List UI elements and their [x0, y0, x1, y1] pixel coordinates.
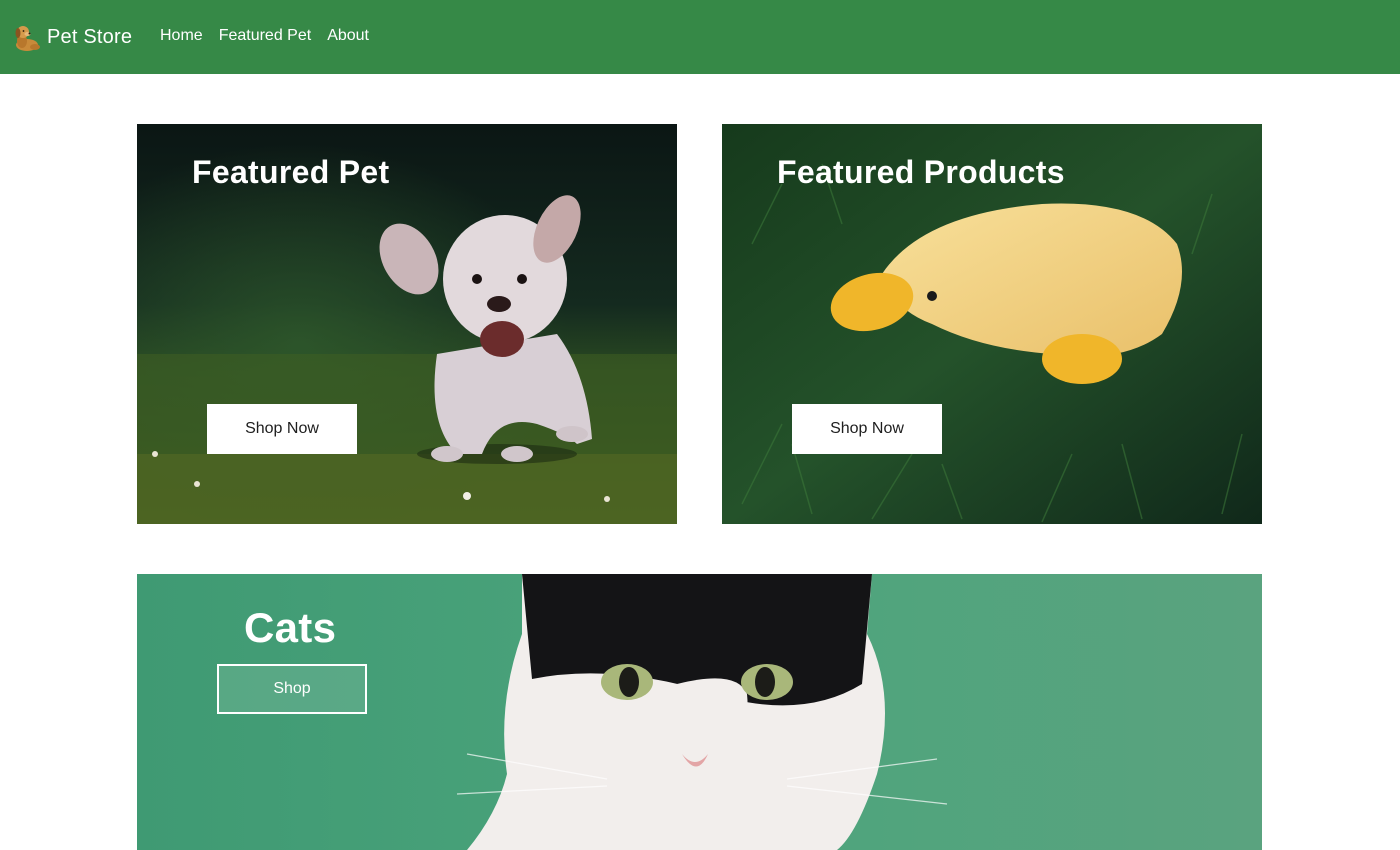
featured-products-card: Featured Products Shop Now: [722, 124, 1262, 524]
featured-pet-shop-now-button[interactable]: Shop Now: [207, 404, 357, 454]
cats-title: Cats: [244, 604, 337, 651]
dog-logo-icon: [15, 26, 40, 51]
brand-name: Pet Store: [47, 25, 133, 48]
featured-pet-card: Featured Pet Shop Now: [137, 124, 677, 524]
nav-links: Home Featured Pet About: [160, 26, 369, 46]
cats-banner: Cats Shop: [137, 574, 1262, 850]
nav-link-home[interactable]: Home: [160, 26, 203, 46]
brand-link[interactable]: Pet Store: [11, 20, 132, 54]
cats-shop-button[interactable]: Shop: [217, 664, 367, 714]
featured-products-shop-now-button[interactable]: Shop Now: [792, 404, 942, 454]
featured-products-title: Featured Products: [777, 154, 1065, 190]
nav-link-featured-pet[interactable]: Featured Pet: [219, 26, 312, 46]
nav-link-about[interactable]: About: [327, 26, 369, 46]
top-navbar: Pet Store Home Featured Pet About: [0, 0, 1400, 74]
featured-pet-title: Featured Pet: [192, 154, 390, 190]
